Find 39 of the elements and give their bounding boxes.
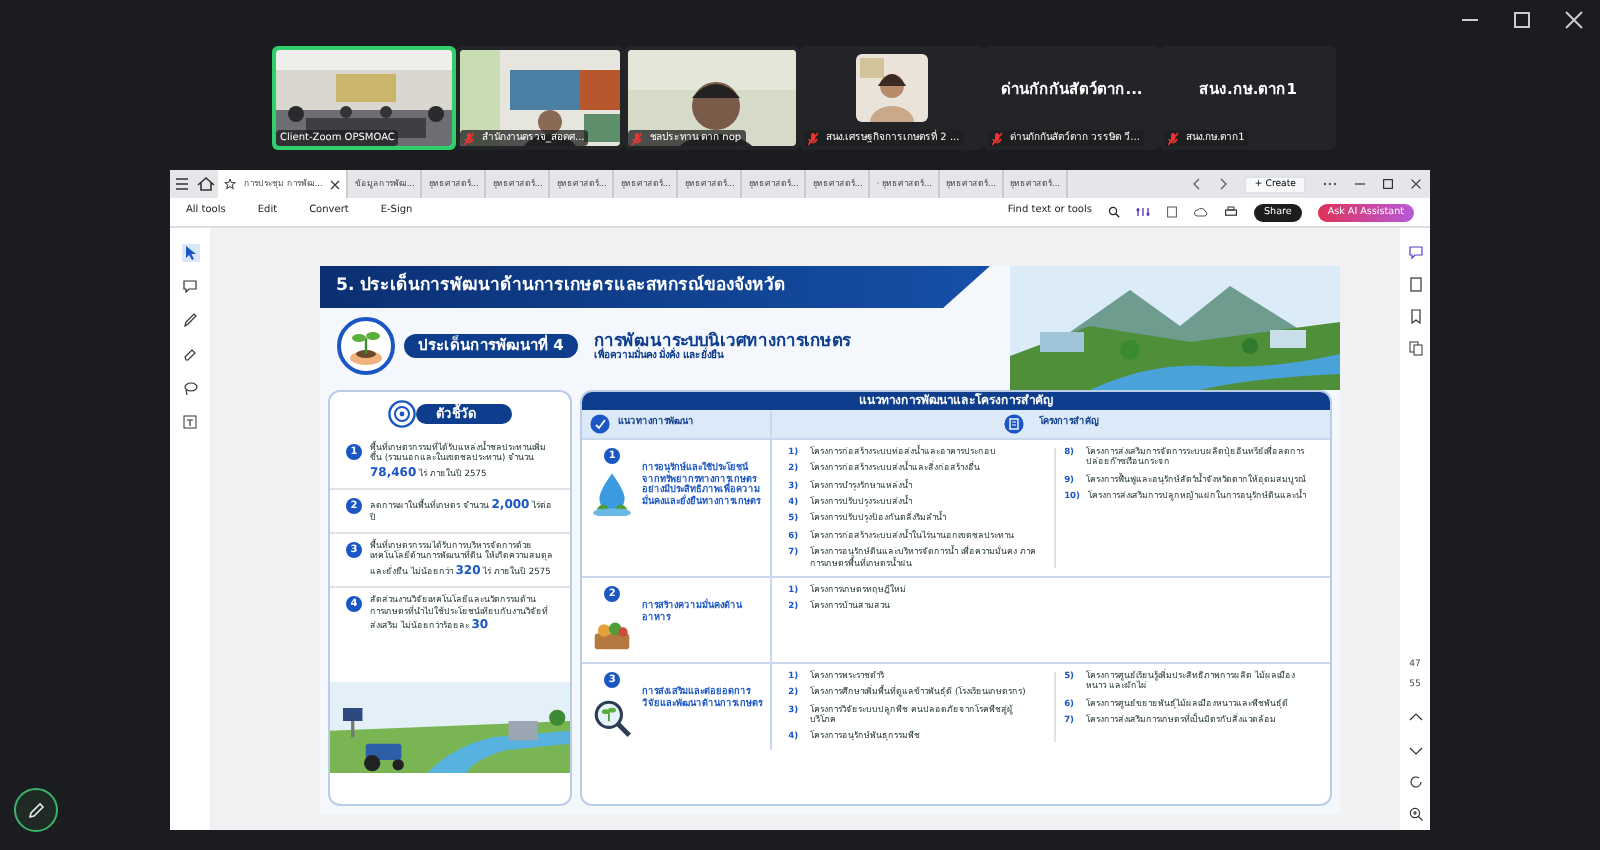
sliders-icon[interactable] (1135, 206, 1150, 218)
search-icon[interactable] (1107, 206, 1120, 218)
close-icon (1564, 10, 1584, 30)
maximize-icon[interactable] (1382, 178, 1394, 190)
more-icon[interactable] (1322, 180, 1338, 188)
annotate-button[interactable] (14, 788, 58, 832)
target-icon (388, 400, 417, 428)
document-icon[interactable] (1165, 206, 1178, 218)
menu-icon (170, 176, 194, 192)
star-icon (224, 178, 236, 190)
chevron-right-icon[interactable] (1218, 178, 1229, 190)
home-icon (194, 176, 218, 192)
chevron-up-icon[interactable] (1407, 710, 1423, 726)
comment-icon[interactable] (181, 278, 199, 296)
zoom-in-icon[interactable] (1407, 806, 1423, 822)
issue-title: การพัฒนาระบบนิเวศทางการเกษตร (593, 329, 850, 350)
slide-title: 5. ประเด็นการพัฒนาด้านการเกษตรและสหกรณ์ของจังหวัด (320, 266, 990, 308)
magnifier-plant-icon (590, 695, 635, 740)
print-icon[interactable] (1223, 206, 1238, 218)
chevron-down-icon[interactable] (1407, 742, 1423, 758)
refresh-icon[interactable] (1407, 774, 1423, 790)
pencil-icon (26, 800, 46, 820)
close-icon[interactable] (1410, 178, 1422, 190)
seedling-icon (336, 316, 396, 376)
close-icon[interactable] (330, 179, 341, 189)
chevron-left-icon[interactable] (1192, 178, 1203, 190)
bookmark-icon[interactable] (1407, 308, 1423, 324)
copy-icon[interactable] (1407, 340, 1423, 356)
water-drop-icon (590, 472, 635, 516)
maximize-icon (1512, 10, 1532, 30)
pen-icon[interactable] (181, 312, 199, 330)
text-box-icon[interactable] (181, 414, 199, 432)
highlighter-icon[interactable] (181, 346, 199, 364)
page-icon[interactable] (1407, 276, 1423, 292)
minimize-icon[interactable] (1354, 178, 1366, 190)
cursor-icon[interactable] (181, 244, 199, 262)
comments-icon[interactable] (1407, 244, 1423, 260)
clipboard-icon (1003, 414, 1024, 434)
lasso-icon[interactable] (181, 380, 199, 398)
